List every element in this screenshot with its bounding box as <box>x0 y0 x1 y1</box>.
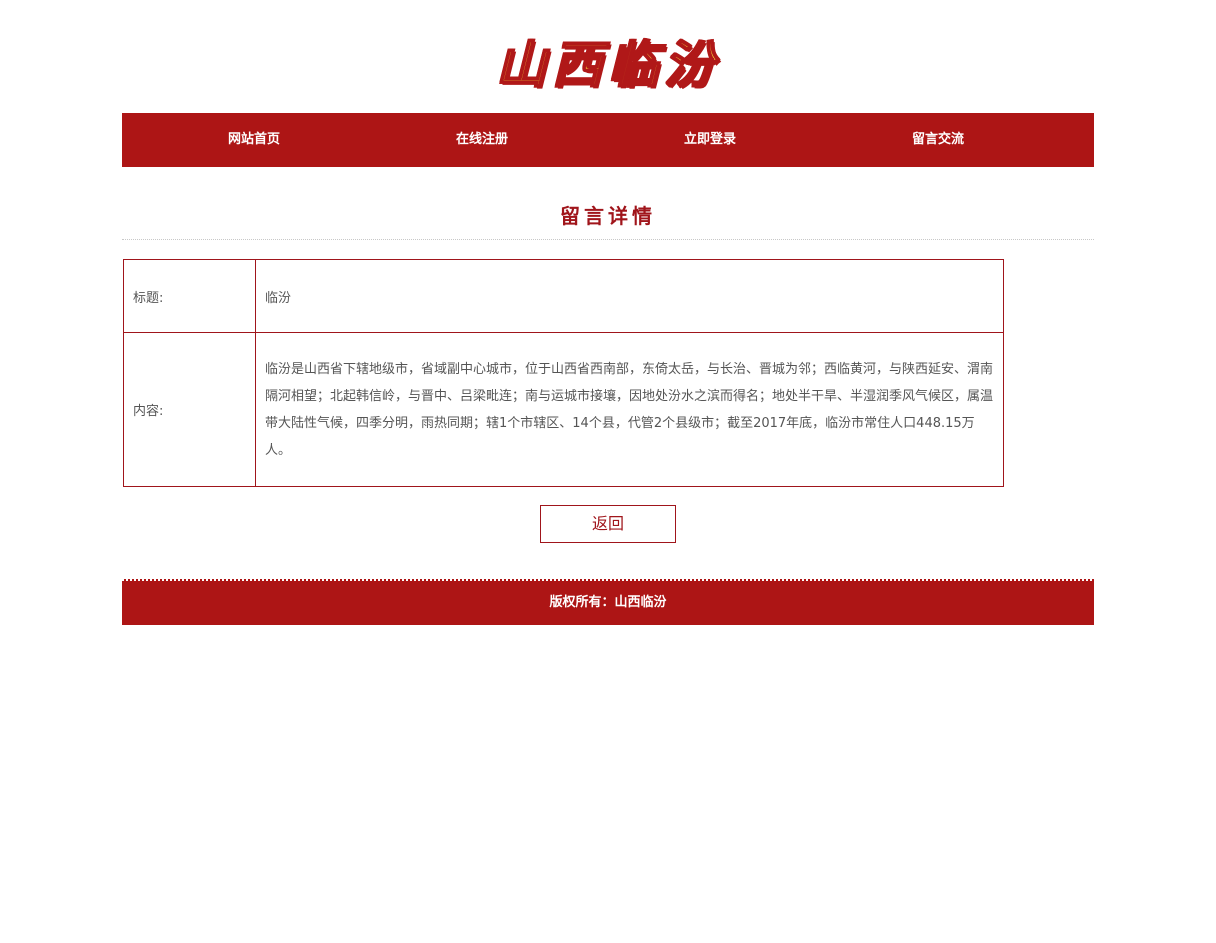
message-detail-table: 标题: 临汾 内容: 临汾是山西省下辖地级市，省域副中心城市，位于山西省西南部，… <box>123 259 1004 487</box>
content-label: 内容: <box>123 332 256 487</box>
nav-item-login[interactable]: 立即登录 <box>596 113 824 167</box>
table-row-title: 标题: 临汾 <box>123 259 1004 333</box>
page-title: 留言详情 <box>560 204 656 228</box>
footer: 版权所有：山西临汾 <box>122 579 1094 625</box>
title-label: 标题: <box>123 259 256 333</box>
footer-copyright: 版权所有：山西临汾 <box>549 595 667 610</box>
title-divider <box>122 239 1094 240</box>
title-value: 临汾 <box>255 259 1004 333</box>
nav-item-home[interactable]: 网站首页 <box>140 113 368 167</box>
content-value: 临汾是山西省下辖地级市，省域副中心城市，位于山西省西南部，东倚太岳，与长治、晋城… <box>255 332 1004 487</box>
back-button[interactable]: 返回 <box>540 505 676 543</box>
nav-item-register[interactable]: 在线注册 <box>368 113 596 167</box>
site-logo: 山西临汾 <box>495 34 720 95</box>
site-header: 山西临汾 <box>0 0 1216 113</box>
main-nav: 网站首页 在线注册 立即登录 留言交流 <box>122 113 1094 167</box>
table-row-content: 内容: 临汾是山西省下辖地级市，省域副中心城市，位于山西省西南部，东倚太岳，与长… <box>123 332 1004 487</box>
nav-item-messages[interactable]: 留言交流 <box>824 113 1052 167</box>
